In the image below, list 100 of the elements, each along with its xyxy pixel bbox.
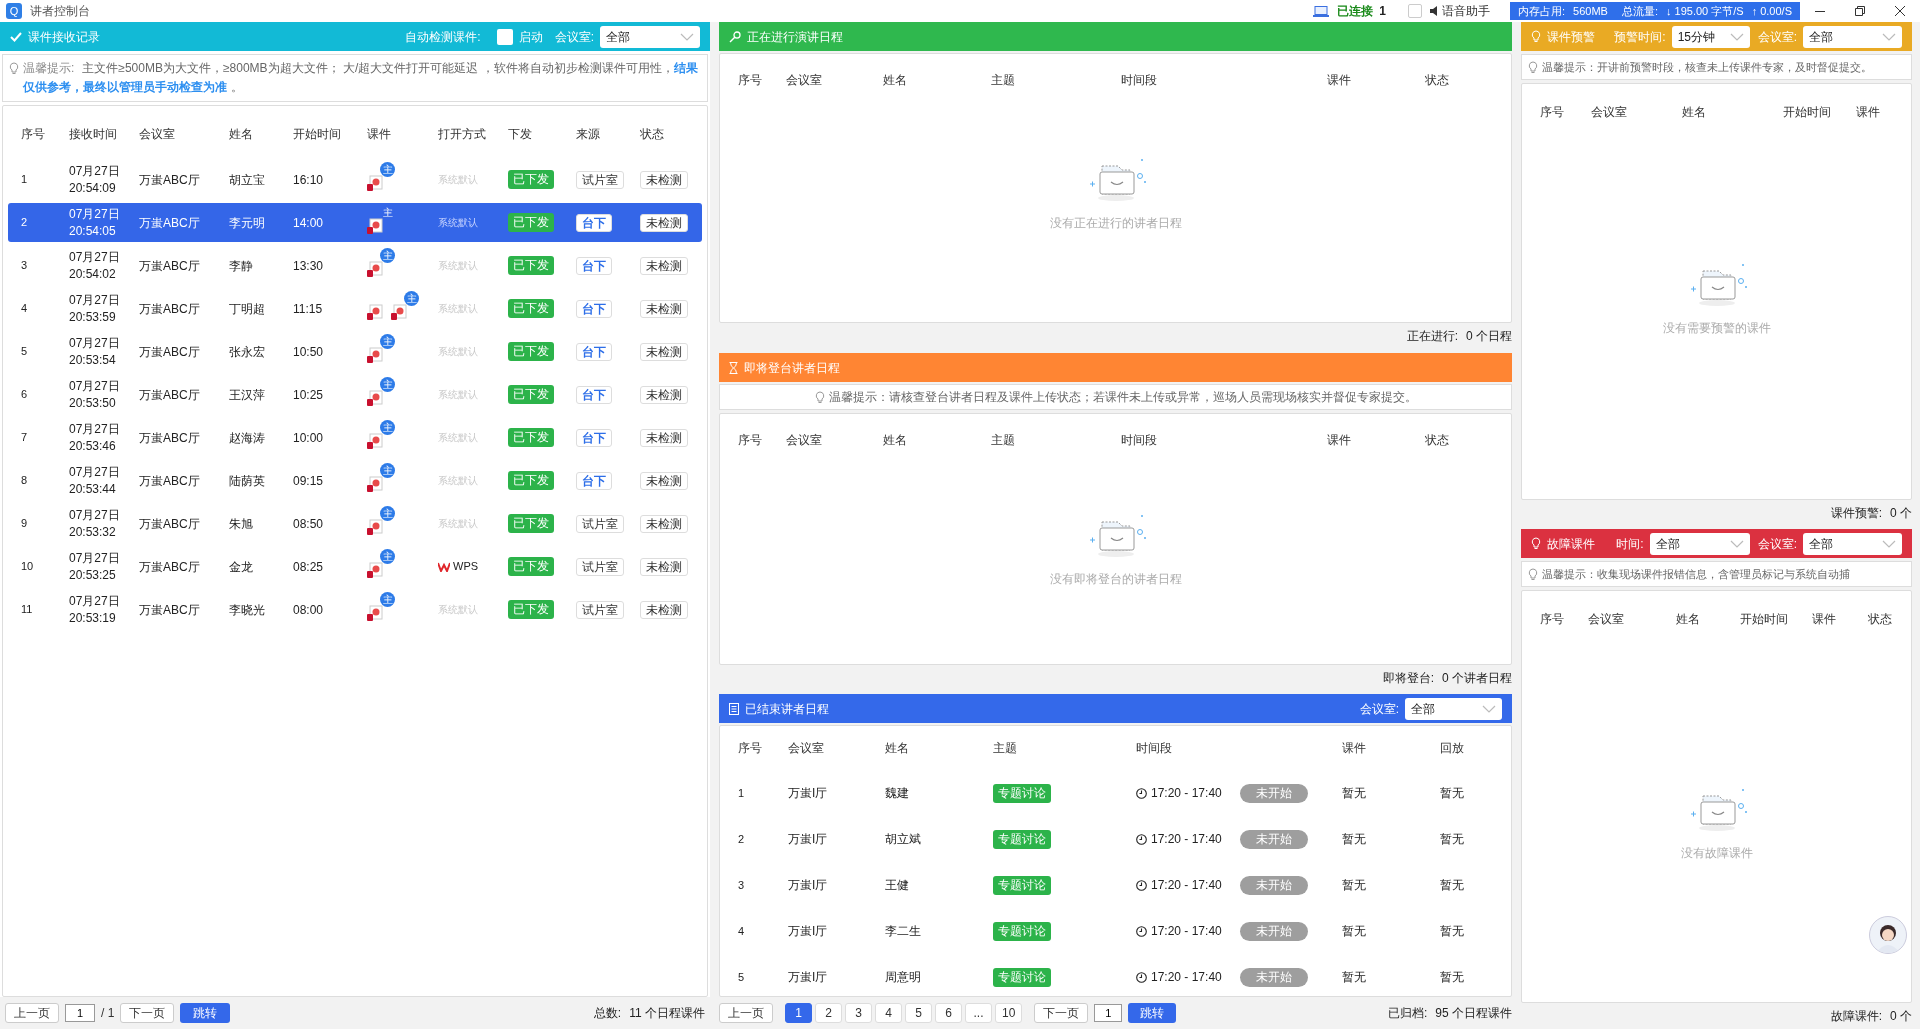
voice-checkbox[interactable] <box>1408 4 1422 18</box>
dropdown-select[interactable]: 全部 <box>1649 532 1750 555</box>
page-number-button[interactable]: ... <box>965 1003 992 1023</box>
time-range: 17:20 - 17:40 <box>1151 877 1222 894</box>
column-header: 姓名 <box>229 126 254 143</box>
dropdown-select[interactable]: 15分钟 <box>1671 25 1750 48</box>
check-status-tag: 未检测 <box>640 342 688 361</box>
column-header: 开始时间 <box>1740 611 1789 628</box>
column-header: 状态 <box>1425 72 1450 89</box>
column-header: 课件 <box>367 126 392 143</box>
dropdown-select[interactable]: 全部 <box>1803 25 1902 48</box>
page-number-button[interactable]: 3 <box>845 1003 872 1023</box>
record-row[interactable]: 2 07月27日 20:54:05 万蚩ABC厅 李元明 14:00 主 系统默认 已下发 台下 未检测 <box>8 203 702 242</box>
column-header: 接收时间 <box>69 126 118 143</box>
slides-file-icon <box>367 475 383 492</box>
column-header: 开始时间 <box>293 126 342 143</box>
auto-check-checkbox[interactable] <box>496 28 513 45</box>
check-status-tag: 未检测 <box>640 428 688 447</box>
page-number-button[interactable]: 1 <box>785 1003 812 1023</box>
not-started-pill: 未开始 <box>1239 829 1308 849</box>
check-status-tag: 未检测 <box>640 170 688 189</box>
dropdown-select[interactable]: 全部 <box>1405 697 1502 720</box>
panel-title: 课件接收记录 <box>28 28 100 46</box>
speaker-name: 李二生 <box>885 923 922 940</box>
received-time: 20:53:59 <box>69 308 117 326</box>
received-time: 20:53:46 <box>69 437 117 455</box>
courseware-value: 暂无 <box>1342 831 1367 848</box>
previous-page-button[interactable]: 上一页 <box>719 1003 773 1023</box>
start-time: 10:25 <box>293 386 325 404</box>
slides-file-icon <box>367 217 383 234</box>
column-header: 时间段 <box>1121 432 1158 449</box>
download-speed: ↓ 195.00 字节/S <box>1666 3 1744 19</box>
start-time: 08:50 <box>293 515 325 533</box>
tip-text: 温馨提示：请核查登台讲者日程及课件上传状态；若课件未上传或异常，巡场人员需现场核实并督促专家提交。 <box>828 389 1417 406</box>
room-name: 万蚩ABC厅 <box>139 171 201 189</box>
main-file-label: 主 <box>380 548 395 564</box>
source-tag: 试片室 <box>576 557 624 576</box>
lightbulb-icon <box>1528 567 1538 581</box>
auto-check-label: 自动检测课件: <box>405 28 481 46</box>
page-number-button[interactable]: 4 <box>875 1003 902 1023</box>
received-date: 07月27日 <box>69 506 121 524</box>
slides-file-icon <box>367 303 383 320</box>
main-file-label: 主 <box>380 376 395 392</box>
previous-page-button[interactable]: 上一页 <box>5 1003 59 1023</box>
page-number-button[interactable]: 10 <box>995 1003 1023 1023</box>
clock-icon <box>1136 833 1147 845</box>
column-header: 序号 <box>738 432 763 449</box>
topic-tag: 专题讨论 <box>993 967 1051 987</box>
column-header: 下发 <box>508 126 533 143</box>
room-name: 万蚩I厅 <box>788 785 829 802</box>
lightbulb-icon <box>1531 30 1541 43</box>
fault-time-label: 时间: <box>1616 535 1644 553</box>
panel-title: 正在进行演讲日程 <box>747 28 843 46</box>
received-time: 20:53:54 <box>69 351 117 369</box>
column-header: 开始时间 <box>1783 104 1832 121</box>
check-status-tag: 未检测 <box>640 600 688 619</box>
page-input[interactable]: 1 <box>1094 1004 1123 1022</box>
next-page-button[interactable]: 下一页 <box>120 1003 175 1023</box>
jump-button[interactable]: 跳转 <box>180 1003 231 1023</box>
source-tag: 台下 <box>576 256 612 275</box>
row-number: 2 <box>21 215 29 231</box>
room-name: 万蚩ABC厅 <box>139 515 201 533</box>
dropdown-select[interactable]: 全部 <box>1803 532 1902 555</box>
column-header: 课件 <box>1327 72 1352 89</box>
count-value: 0 个日程 <box>1466 328 1512 345</box>
room-name: 万蚩I厅 <box>788 831 829 848</box>
column-header: 来源 <box>576 126 601 143</box>
room-name: 万蚩ABC厅 <box>139 300 201 318</box>
room-filter-label: 会议室: <box>1757 28 1797 46</box>
column-header: 序号 <box>1540 611 1565 628</box>
room-name: 万蚩I厅 <box>788 969 829 986</box>
slides-file-icon <box>367 432 383 449</box>
assistant-avatar[interactable] <box>1869 916 1907 954</box>
row-number: 4 <box>21 301 29 317</box>
lightbulb-icon <box>9 62 19 75</box>
record-row[interactable]: 10 07月27日 20:53:25 万蚩ABC厅 金龙 08:25 主 WPS 已下发 试片室 未检测 <box>8 547 702 586</box>
laptop-icon <box>1313 5 1330 17</box>
jump-button[interactable]: 跳转 <box>1128 1003 1177 1023</box>
check-status-tag: 未检测 <box>640 514 688 533</box>
slides-file-icon <box>367 346 383 363</box>
start-time: 16:10 <box>293 171 325 189</box>
dropdown-select[interactable]: 全部 <box>600 25 700 48</box>
minimize-icon <box>1815 10 1825 12</box>
room-name: 万蚩ABC厅 <box>139 257 201 275</box>
count-label: 总数: <box>593 1005 622 1022</box>
panel-title: 课件预警 <box>1547 28 1595 46</box>
next-page-button[interactable]: 下一页 <box>1034 1003 1089 1023</box>
page-number-button[interactable]: 6 <box>935 1003 962 1023</box>
page-number-button[interactable]: 5 <box>905 1003 932 1023</box>
topic-tag: 专题讨论 <box>993 875 1051 895</box>
auto-check-option: 启动 <box>518 27 543 46</box>
row-number: 2 <box>738 831 746 847</box>
column-header: 姓名 <box>1676 611 1701 628</box>
page-number-button[interactable]: 2 <box>815 1003 842 1023</box>
start-time: 14:00 <box>293 214 325 232</box>
slides-file-icon <box>391 303 407 320</box>
column-header: 会议室 <box>786 432 823 449</box>
page-input[interactable]: 1 <box>65 1004 95 1022</box>
main-file-label: 主 <box>380 333 395 349</box>
check-status-tag: 未检测 <box>640 471 688 490</box>
